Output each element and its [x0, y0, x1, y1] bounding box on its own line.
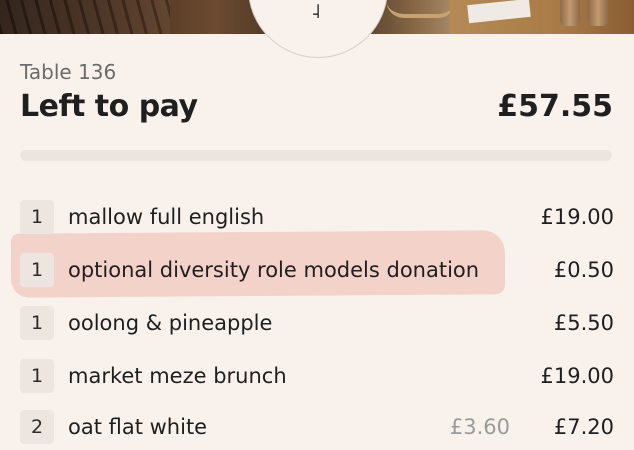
page-title: Left to pay [20, 89, 198, 124]
pepper-shaker [588, 0, 608, 26]
item-name: market meze brunch [68, 364, 287, 388]
quantity-badge: 2 [20, 410, 54, 444]
item-price: £0.50 [553, 258, 614, 282]
restaurant-logo: ˨ [248, 0, 388, 58]
item-price: £19.00 [540, 205, 614, 229]
list-item[interactable]: 2 oat flat white £3.60 £7.20 [20, 410, 614, 450]
item-name: oat flat white [68, 415, 208, 439]
item-name: optional diversity role models donation [68, 258, 480, 282]
list-item[interactable]: 1 mallow full english £19.00 [20, 200, 614, 240]
list-item[interactable]: 1 oolong & pineapple £5.50 [20, 306, 614, 346]
salt-shaker [560, 0, 580, 26]
item-unit-price: £3.60 [449, 415, 510, 439]
quantity-badge: 1 [20, 253, 54, 287]
item-price: £5.50 [553, 311, 614, 335]
list-item[interactable]: 1 optional diversity role models donatio… [20, 253, 614, 293]
payment-progress-bar [20, 150, 612, 161]
item-name: mallow full english [68, 205, 265, 229]
table-number: Table 136 [20, 60, 117, 84]
item-name: oolong & pineapple [68, 311, 273, 335]
quantity-badge: 1 [20, 306, 54, 340]
item-price: £7.20 [553, 415, 614, 439]
left-to-pay-amount: £57.55 [497, 89, 613, 124]
logo-mark-icon: ˨ [311, 0, 321, 23]
chair-back [386, 0, 456, 18]
item-price: £19.00 [540, 364, 614, 388]
list-item[interactable]: 1 market meze brunch £19.00 [20, 359, 614, 399]
quantity-badge: 1 [20, 200, 54, 234]
floor-planks [0, 0, 170, 34]
quantity-badge: 1 [20, 359, 54, 393]
